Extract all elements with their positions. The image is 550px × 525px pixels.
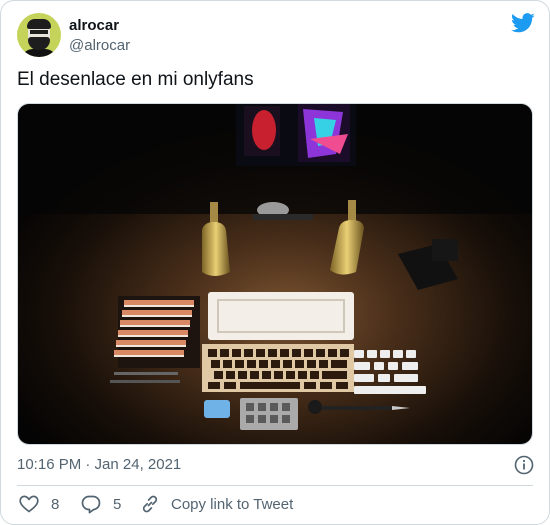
avatar-beard (28, 37, 50, 50)
tweet-text: El desenlace en mi onlyfans (17, 69, 254, 90)
like-count: 8 (51, 495, 60, 513)
info-icon[interactable] (514, 455, 534, 475)
avatar-glasses (30, 30, 48, 34)
heart-icon (19, 495, 39, 513)
twitter-bird-icon[interactable] (511, 13, 535, 33)
link-icon (142, 495, 158, 513)
user-handle[interactable]: @alrocar (69, 37, 130, 54)
tweet-timestamp[interactable]: 10:16 PM · Jan 24, 2021 (17, 456, 181, 473)
avatar-body (21, 49, 57, 57)
avatar-hair (27, 19, 51, 29)
reply-button[interactable]: 5 (81, 495, 121, 514)
divider (17, 485, 533, 486)
like-button[interactable]: 8 (19, 495, 59, 513)
reply-icon (81, 495, 101, 514)
copy-link-label: Copy link to Tweet (171, 495, 294, 513)
display-name[interactable]: alrocar (69, 17, 119, 34)
photo-keyboard-scene (18, 104, 532, 444)
avatar[interactable] (17, 13, 61, 57)
reply-count: 5 (113, 496, 122, 513)
copy-link-button[interactable]: Copy link to Tweet (141, 495, 293, 513)
tweet-card[interactable]: alrocar @alrocar El desenlace en mi only… (0, 0, 550, 525)
tweet-photo[interactable] (17, 103, 533, 445)
